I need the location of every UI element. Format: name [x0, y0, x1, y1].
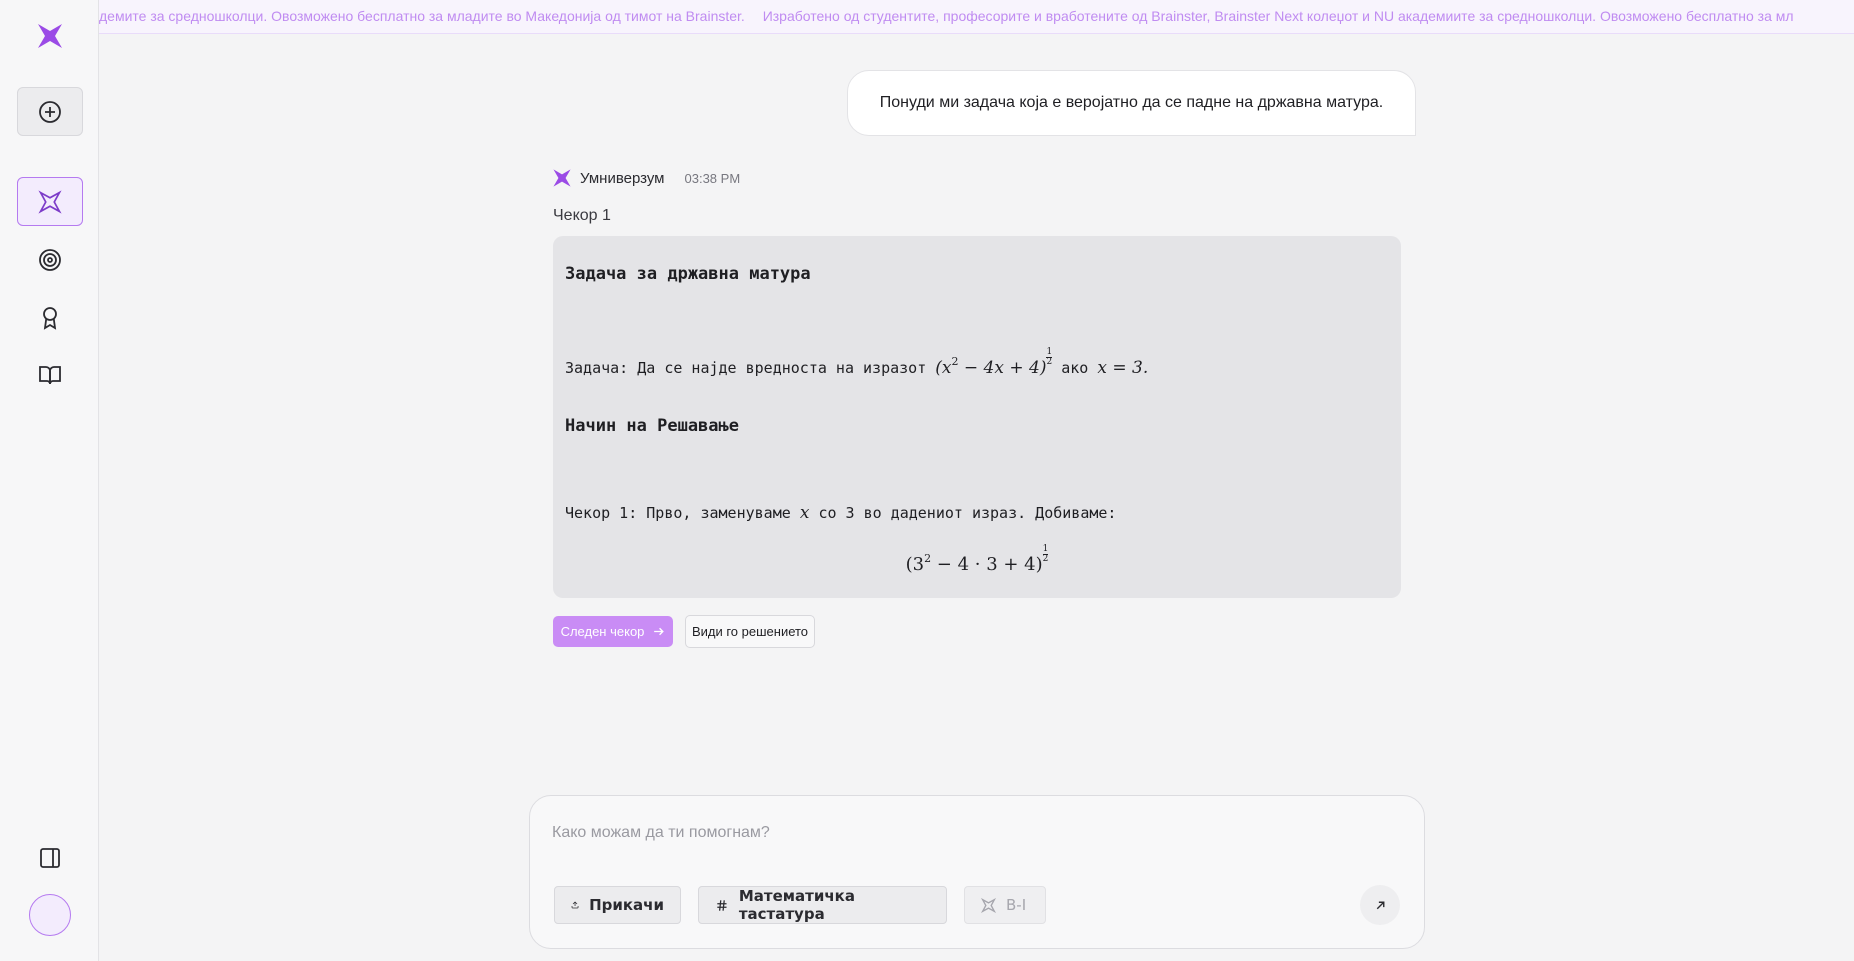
ticker-segment: Изработено од студентите, професорите и … [762, 8, 1794, 24]
award-icon [43, 307, 57, 330]
brand-logo-icon[interactable] [36, 22, 64, 50]
upload-icon [571, 901, 579, 909]
star-logo-icon [38, 189, 62, 214]
assistant-name: Умниверзум [580, 169, 665, 187]
book-open-icon [39, 366, 61, 385]
assistant-header: Умниверзум 03:38 PM [552, 168, 740, 188]
task-heading: Задача за државна матура [565, 264, 811, 284]
step-title: Чекор 1 [553, 207, 611, 224]
sidebar-item-achievements[interactable] [36, 304, 64, 332]
user-message-text: Понуди ми задача која е веројатно да се … [879, 94, 1384, 111]
substituted-formula: (32 − 4 · 3 + 4) 1 2 [905, 544, 1049, 575]
assistant-logo-icon [553, 169, 571, 187]
task-expression: (x2 − 4x + 4) 1 2 [935, 347, 1053, 378]
task-condition: x = 3. [1097, 358, 1149, 378]
hash-icon [717, 899, 727, 911]
send-button[interactable] [1360, 885, 1400, 925]
next-step-button[interactable]: Следен чекор [553, 616, 673, 647]
sidebar-toggle-icon [40, 848, 60, 868]
message-input[interactable] [552, 818, 1392, 848]
model-selector-button[interactable]: B-I [964, 886, 1046, 924]
user-message-bubble: Понуди ми задача која е веројатно да се … [847, 70, 1416, 136]
message-timestamp: 03:38 PM [684, 170, 741, 186]
message-composer: Прикачи Математичка тастатура B-I [529, 795, 1425, 949]
arrow-up-right-icon [1376, 901, 1384, 909]
target-icon [39, 249, 61, 271]
sidebar-item-library[interactable] [36, 361, 64, 389]
sidebar-item-tutor[interactable] [17, 177, 83, 226]
ticker-segment: демите за средношколци. Овозможено беспл… [99, 8, 745, 24]
sidebar [0, 0, 99, 961]
task-statement: Задача: Да се најде вредноста на изразот… [565, 347, 1149, 379]
view-solution-button[interactable]: Види го решението [685, 615, 815, 648]
new-chat-button[interactable] [17, 87, 83, 136]
plus-circle-icon [39, 100, 61, 123]
attach-button[interactable]: Прикачи [554, 886, 681, 924]
solution-heading: Начин на Решавање [565, 416, 739, 436]
solution-step-text: Чекор 1: Прво, заменуваме x со 3 во даде… [565, 503, 1117, 523]
task-card: Задача за државна матура Задача: Да се н… [553, 236, 1401, 598]
math-keyboard-button[interactable]: Математичка тастатура [698, 886, 947, 924]
announcement-ticker: демите за средношколци. Овозможено беспл… [99, 0, 1854, 34]
star-logo-icon [981, 897, 996, 913]
arrow-right-icon [654, 627, 665, 636]
sidebar-item-goals[interactable] [36, 246, 64, 274]
toggle-sidebar-button[interactable] [36, 844, 64, 872]
user-avatar[interactable] [29, 894, 71, 936]
